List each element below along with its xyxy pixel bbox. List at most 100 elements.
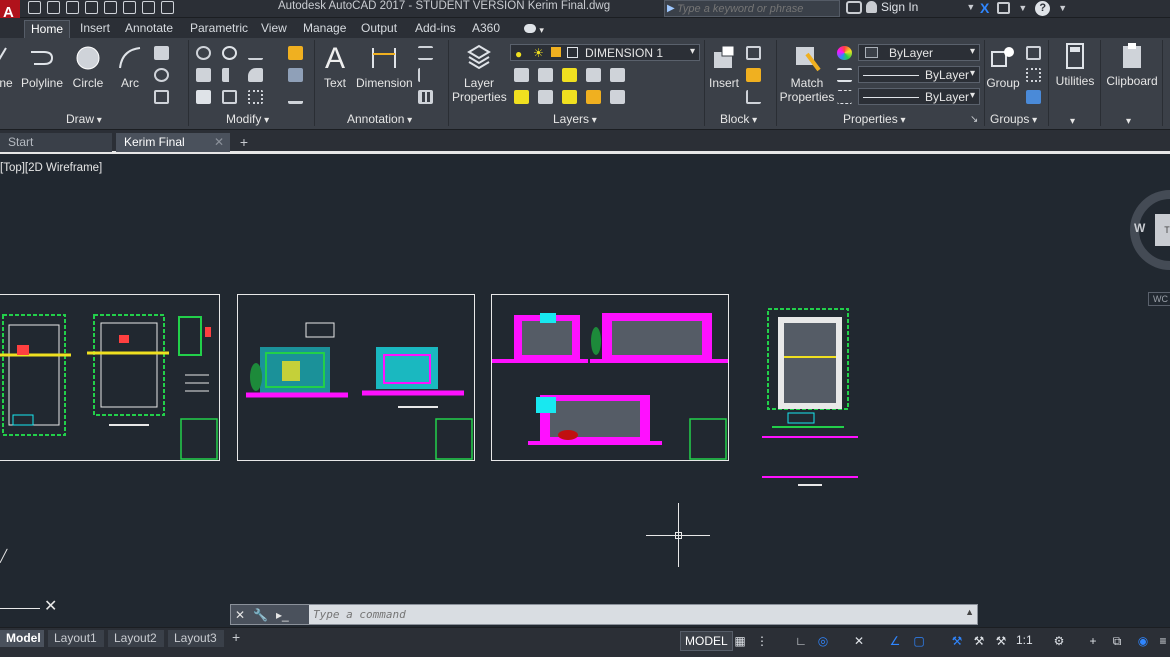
chevron-up-icon[interactable]: ▲: [965, 607, 974, 617]
layout-tab-layout3[interactable]: Layout3: [168, 630, 224, 647]
chevron-down-icon[interactable]: ▼: [966, 2, 975, 12]
layout-tab-layout2[interactable]: Layout2: [108, 630, 164, 647]
layer-tool-icon[interactable]: [610, 90, 625, 104]
lineweight-dropdown[interactable]: ByLayer: [858, 88, 980, 105]
drawing-sheet[interactable]: [491, 294, 729, 461]
layout-tab-layout1[interactable]: Layout1: [48, 630, 104, 647]
web-mobile-icon[interactable]: [104, 1, 117, 14]
grid-icon[interactable]: ▦: [733, 634, 747, 648]
tab-parametric[interactable]: Parametric: [184, 20, 254, 38]
tab-view[interactable]: View: [255, 20, 293, 38]
annotation-visibility-icon[interactable]: ⚒: [950, 634, 964, 648]
boundary-icon[interactable]: [154, 90, 169, 104]
object-snap-tracking-icon[interactable]: ✕: [852, 634, 866, 648]
wrench-icon[interactable]: 🔧: [253, 608, 268, 622]
save-as-icon[interactable]: [85, 1, 98, 14]
layer-tool-icon[interactable]: [562, 68, 577, 82]
tab-a360[interactable]: A360: [466, 20, 506, 38]
snap-icon[interactable]: ⋮: [755, 634, 769, 648]
mirror-icon[interactable]: [222, 68, 237, 82]
annotation-scale-value[interactable]: 1:1: [1016, 633, 1033, 647]
group-select-icon[interactable]: [1026, 90, 1041, 104]
layers-group-title[interactable]: Layers: [553, 112, 597, 126]
leader-icon[interactable]: [418, 68, 433, 82]
layout-tab-model[interactable]: Model: [0, 630, 44, 647]
block-group-title[interactable]: Block: [720, 112, 757, 126]
linear-dim-icon[interactable]: [418, 46, 433, 60]
clipboard-button[interactable]: Clipboard: [1104, 42, 1160, 88]
draw-group-title[interactable]: Draw: [66, 112, 102, 126]
trim-icon[interactable]: [248, 46, 263, 60]
offset-icon[interactable]: [288, 90, 303, 104]
fillet-icon[interactable]: [248, 68, 263, 82]
layer-tool-icon[interactable]: [586, 90, 601, 104]
viewport-label[interactable]: [Top][2D Wireframe]: [0, 162, 102, 174]
drawing-sheet[interactable]: [0, 294, 220, 461]
scale-icon[interactable]: [222, 90, 237, 104]
polyline-button[interactable]: Polyline: [20, 44, 64, 90]
exchange-apps-icon[interactable]: X: [980, 0, 989, 16]
ungroup-icon[interactable]: [1026, 46, 1041, 60]
search-input[interactable]: [677, 2, 837, 15]
rotate-icon[interactable]: [222, 46, 237, 60]
open-file-icon[interactable]: [47, 1, 60, 14]
new-tab-button[interactable]: +: [234, 135, 254, 151]
layer-tool-icon[interactable]: [538, 90, 553, 104]
selection-cycling-icon[interactable]: ▢: [912, 634, 926, 648]
chevron-down-icon[interactable]: ▼: [1058, 3, 1067, 13]
circle-button[interactable]: Circle: [70, 44, 106, 90]
annotation-group-title[interactable]: Annotation: [347, 112, 412, 126]
autoscale-icon[interactable]: ⚒: [972, 634, 986, 648]
table-icon[interactable]: [418, 90, 433, 104]
edit-block-icon[interactable]: [746, 68, 761, 82]
hatch-icon[interactable]: [154, 68, 169, 82]
chevron-down-icon[interactable]: ▾: [1126, 116, 1131, 127]
command-input[interactable]: [313, 607, 953, 622]
hardware-acceleration-icon[interactable]: ◉: [1136, 634, 1150, 648]
layer-dropdown[interactable]: ● ☀ DIMENSION 1: [510, 44, 700, 61]
dimension-button[interactable]: Dimension: [356, 44, 413, 90]
erase-icon[interactable]: [288, 46, 303, 60]
ortho-icon[interactable]: ∟: [794, 634, 808, 648]
tab-home[interactable]: Home: [24, 20, 71, 38]
explode-icon[interactable]: [288, 68, 303, 82]
search-expand-icon[interactable]: ▶: [667, 3, 675, 14]
new-file-icon[interactable]: [28, 1, 41, 14]
new-layout-button[interactable]: +: [232, 629, 240, 645]
close-icon[interactable]: ✕: [235, 608, 245, 622]
attribute-icon[interactable]: [746, 90, 761, 104]
binoculars-icon[interactable]: [846, 0, 862, 14]
copy-icon[interactable]: [196, 68, 211, 82]
drawing-sheet[interactable]: [237, 294, 475, 461]
group-button[interactable]: Group: [986, 44, 1020, 90]
layer-properties-button[interactable]: Layer Properties: [452, 44, 507, 104]
model-space-button[interactable]: MODEL: [680, 631, 733, 651]
rectangle-icon[interactable]: [154, 46, 169, 60]
layer-tool-icon[interactable]: [538, 68, 553, 82]
wcs-menu[interactable]: WC: [1148, 292, 1170, 306]
undo-icon[interactable]: [142, 1, 155, 14]
color-dropdown[interactable]: ByLayer: [858, 44, 980, 61]
text-button[interactable]: A Text: [318, 42, 352, 90]
start-tab[interactable]: Start: [0, 133, 112, 152]
linetype-dropdown[interactable]: ByLayer: [858, 66, 980, 83]
save-icon[interactable]: [66, 1, 79, 14]
match-properties-button[interactable]: Match Properties: [778, 44, 836, 104]
viewcube-face[interactable]: T: [1155, 214, 1170, 246]
insert-button[interactable]: Insert: [706, 44, 742, 90]
tab-insert[interactable]: Insert: [74, 20, 116, 38]
modify-group-title[interactable]: Modify: [226, 112, 269, 126]
command-prompt-icon[interactable]: ▸_: [276, 608, 289, 622]
drawing-canvas[interactable]: [Top][2D Wireframe] W T WC ╱ ✕: [0, 157, 1170, 627]
sign-in-area[interactable]: Sign In ▼: [846, 0, 975, 14]
properties-group-title[interactable]: Properties: [843, 112, 906, 126]
site-plan-drawing[interactable]: [758, 297, 862, 493]
object-snap-icon[interactable]: ∠: [888, 634, 902, 648]
layer-tool-icon[interactable]: [610, 68, 625, 82]
arc-button[interactable]: Arc: [114, 44, 146, 90]
utilities-button[interactable]: Utilities: [1052, 42, 1098, 88]
tab-output[interactable]: Output: [355, 20, 403, 38]
redo-icon[interactable]: [161, 1, 174, 14]
viewcube[interactable]: W T: [1130, 190, 1170, 270]
group-edit-icon[interactable]: [1026, 68, 1041, 82]
